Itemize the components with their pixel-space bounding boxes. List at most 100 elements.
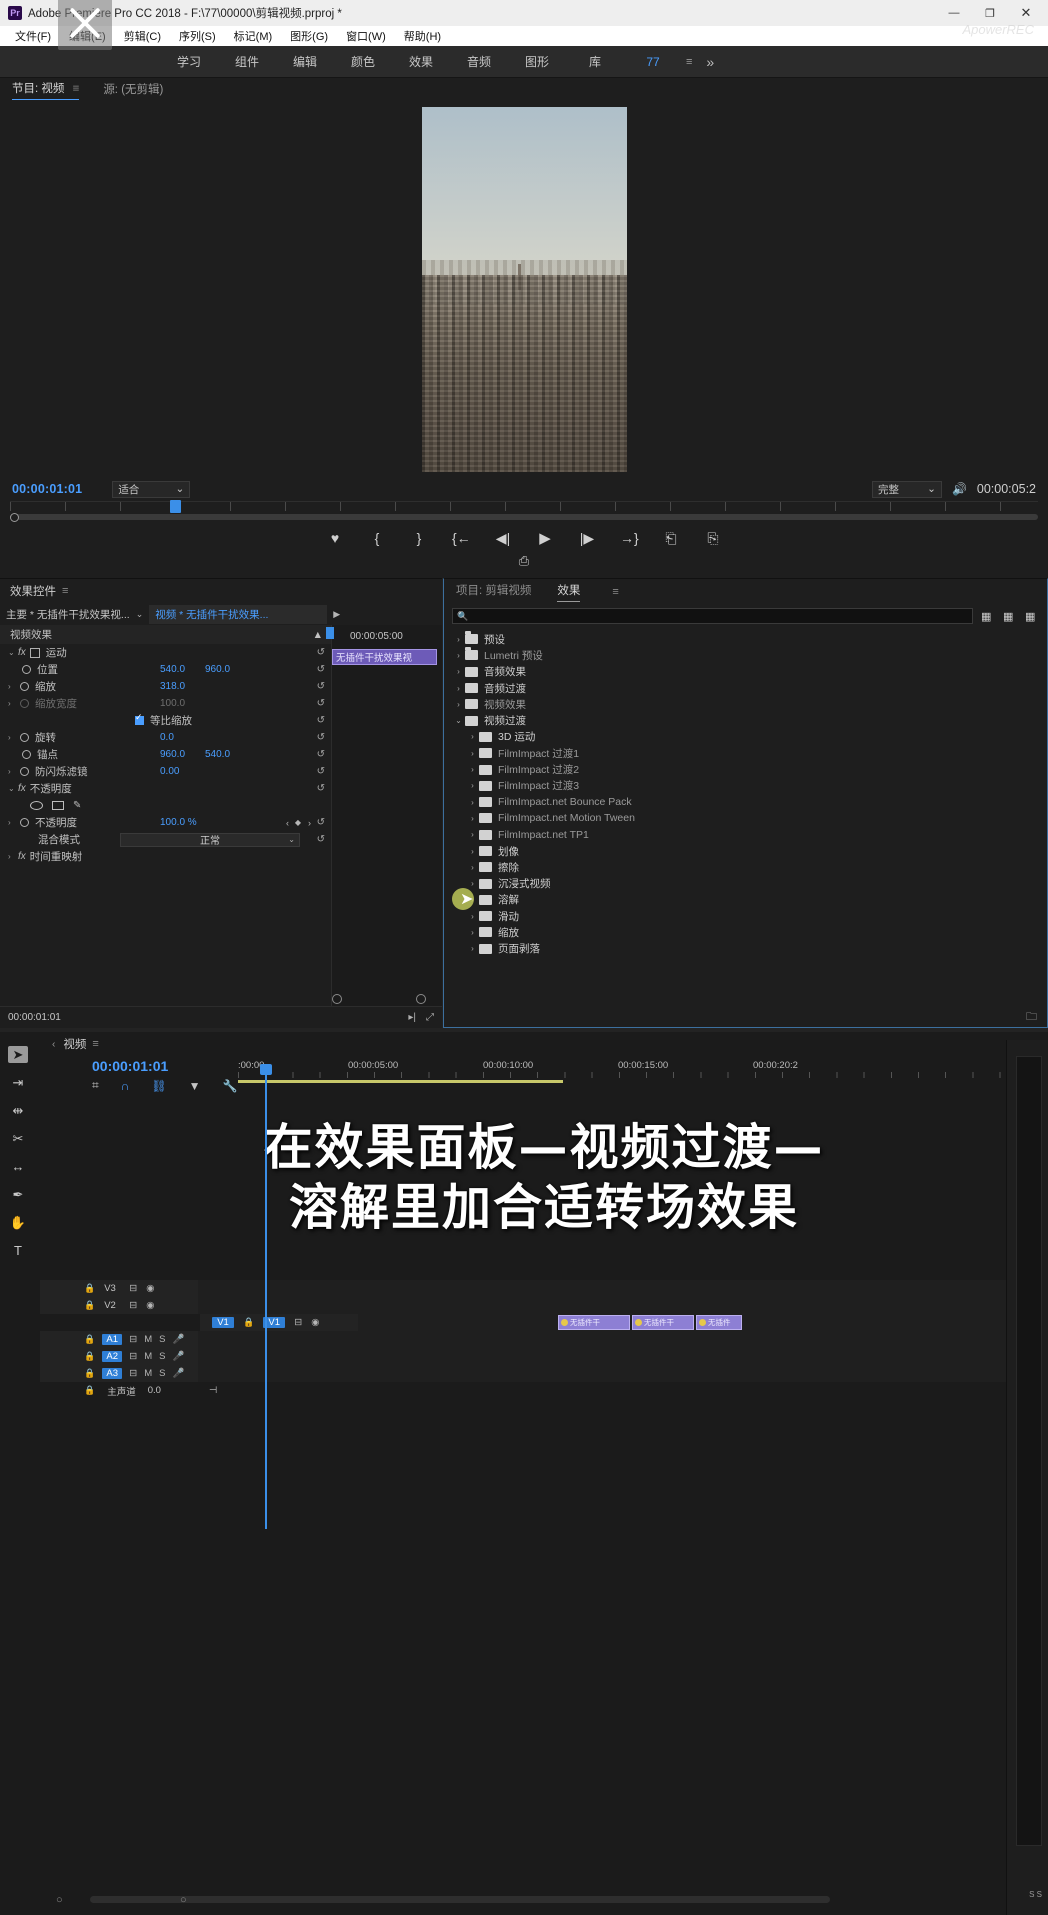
sync-lock-icon[interactable]: ⊟ [129,1368,137,1379]
tree-item-lumetri-presets[interactable]: › Lumetri 预设 [444,647,1047,663]
razor-tool-icon[interactable]: ✂ [8,1130,28,1147]
add-marker-icon[interactable]: ▼ [189,1079,201,1093]
disclosure-triangle-icon[interactable]: › [8,699,18,708]
fx-scroll-dot-right[interactable] [416,994,426,1004]
monitor-scrubber[interactable] [10,500,1038,523]
timeline-hamburger-icon[interactable]: ≡ [92,1038,98,1050]
sync-lock-icon[interactable]: ⊟ [129,1334,137,1345]
collapse-icon[interactable]: ‹ [52,1039,55,1050]
disclosure-triangle-icon[interactable]: › [8,682,18,691]
lock-icon[interactable]: 🔒 [84,1300,95,1311]
track-a1[interactable]: 🔒 A1 ⊟ M S 🎤 [40,1330,1048,1348]
tree-item-wipe[interactable]: › 擦除 [444,859,1047,875]
menu-marker[interactable]: 标记(M) [225,28,282,44]
disclosure-triangle-icon[interactable]: › [8,767,18,776]
position-y-value[interactable]: 960.0 [205,664,230,675]
keyframe-next-icon[interactable]: › [308,818,311,828]
ellipse-mask-icon[interactable] [30,801,43,810]
tree-item-motion-tween[interactable]: › FilmImpact.net Motion Tween [444,810,1047,826]
property-row-scale[interactable]: › 缩放 318.0 ↺ [0,678,331,695]
effect-controls-timeline[interactable]: 00:00:05:00 无插件干扰效果视 [326,625,442,1025]
reset-icon[interactable]: ↺ [317,664,325,675]
disclosure-triangle-icon[interactable]: › [454,700,463,709]
tree-item-tp1[interactable]: › FilmImpact.net TP1 [444,827,1047,843]
property-row-motion[interactable]: ⌄ fx 运动 ↺ [0,644,331,661]
monitor-current-timecode[interactable]: 00:00:01:01 [12,482,82,496]
disclosure-triangle-icon[interactable]: › [8,818,18,827]
disclosure-triangle-icon[interactable]: › [468,863,477,872]
keyframe-add-icon[interactable]: ◆ [295,818,301,827]
track-name-v3[interactable]: V3 [104,1283,120,1294]
pen-mask-icon[interactable]: ✎ [73,800,81,811]
sync-lock-icon[interactable]: ⊟ [129,1300,137,1311]
workspace-tab-graphics[interactable]: 图形 [508,53,566,70]
solo-icon[interactable]: S [159,1334,165,1345]
new-bin-icon[interactable]: 🗀 [1026,1008,1037,1027]
disclosure-triangle-icon[interactable]: › [8,852,18,861]
mark-in-bracket-icon[interactable]: { [368,530,386,546]
track-name-a2[interactable]: A2 [102,1350,123,1362]
tree-item-zoom[interactable]: › 缩放 [444,924,1047,940]
solo-icon[interactable]: S [159,1351,165,1362]
disclosure-triangle-icon[interactable]: › [468,928,477,937]
mute-icon[interactable]: M [144,1368,152,1379]
disclosure-triangle-icon[interactable]: › [468,781,477,790]
selection-tool-icon[interactable]: ➤ [8,1046,28,1063]
track-name-a3[interactable]: A3 [102,1367,123,1379]
reset-icon[interactable]: ↺ [317,817,325,828]
timeline-clip[interactable]: 无插件干 [558,1314,630,1330]
effect-controls-footer-timecode[interactable]: 00:00:01:01 [8,1012,61,1023]
track-header-a2[interactable]: 🔒 A2 ⊟ M S 🎤 [40,1347,198,1365]
step-forward-icon[interactable]: |▶ [578,530,596,547]
playback-quality-select[interactable]: 完整 ⌄ [871,480,942,498]
disclosure-triangle-icon[interactable]: › [468,912,477,921]
opacity-value[interactable]: 100.0 % [160,817,197,828]
tree-item-video-transitions[interactable]: ⌄ 视频过渡 [444,712,1047,728]
property-row-rotation[interactable]: › 旋转 0.0 ↺ [0,729,331,746]
disclosure-triangle-icon[interactable]: › [454,635,463,644]
rect-mask-icon[interactable] [52,801,64,810]
chevron-down-icon[interactable]: ⌄ [136,609,144,620]
tree-item-slide[interactable]: › 滑动 [444,908,1047,924]
tab-source[interactable]: 源: (无剪辑) [103,81,163,100]
keyframe-prev-icon[interactable]: ‹ [286,818,289,828]
track-v1[interactable]: V1 🔒 V1 ⊟ ◉ 无插件干 无插件干 无插件 [200,1313,1048,1331]
disclosure-triangle-icon[interactable]: › [8,733,18,742]
32bit-color-icon[interactable]: ▦ [1003,610,1017,623]
menu-file[interactable]: 文件(F) [6,28,60,44]
disclosure-triangle-icon[interactable]: › [468,814,477,823]
workspace-more-icon[interactable]: » [706,54,714,70]
timeline-horizontal-scrollbar[interactable] [90,1896,830,1903]
monitor-hamburger-icon[interactable]: ≡ [73,83,80,95]
snap-icon[interactable]: ∩ [121,1079,130,1093]
tab-program-video[interactable]: 节目: 视频 ≡ [12,80,80,100]
mute-icon[interactable]: M [144,1351,152,1362]
menu-graphics[interactable]: 图形(G) [281,28,337,44]
workspace-tab-audio[interactable]: 音频 [450,53,508,70]
anchor-x-value[interactable]: 960.0 [160,749,185,760]
master-track-row[interactable]: 🔒 主声道 0.0 ⊣ [40,1382,1048,1399]
export-frame-icon[interactable]: ⎙ [519,553,529,575]
stopwatch-icon[interactable] [22,665,31,674]
eye-icon[interactable]: ◉ [311,1317,319,1328]
track-select-tool-icon[interactable]: ⇥ [8,1074,28,1091]
property-row-anchor-point[interactable]: 锚点 960.0 540.0 ↺ [0,746,331,763]
stopwatch-icon[interactable] [20,767,29,776]
add-marker-icon[interactable]: ♥ [326,530,344,546]
track-v3[interactable]: 🔒 V3 ⊟ ◉ [40,1279,1048,1297]
disclosure-triangle-icon[interactable]: › [468,944,477,953]
stopwatch-icon[interactable] [22,750,31,759]
disclosure-triangle-icon[interactable]: › [468,765,477,774]
reset-icon[interactable]: ↺ [317,698,325,709]
tree-item-video-effects[interactable]: › 视频效果 [444,696,1047,712]
play-arrow-icon[interactable]: ▶ [333,609,340,620]
stopwatch-icon[interactable] [20,733,29,742]
disclosure-triangle-icon[interactable]: › [468,798,477,807]
effect-controls-hamburger-icon[interactable]: ≡ [62,585,68,597]
track-a2[interactable]: 🔒 A2 ⊟ M S 🎤 [40,1347,1048,1365]
mark-out-bracket-icon[interactable]: } [410,530,428,546]
keyframe-nav-icon[interactable]: ▸| [408,1012,416,1023]
track-body-v3[interactable] [198,1279,1048,1297]
sync-lock-icon[interactable]: ⊟ [129,1351,137,1362]
track-body-a2[interactable] [198,1347,1048,1365]
